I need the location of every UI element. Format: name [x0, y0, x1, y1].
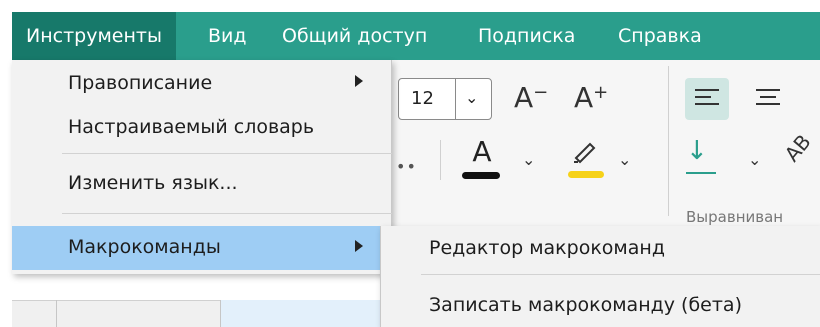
highlight-button[interactable]: [568, 138, 608, 182]
menu-item-macro-editor[interactable]: Редактор макрокоманд: [429, 237, 665, 259]
menu-item-label: Правописание: [68, 72, 213, 94]
align-center-icon[interactable]: [756, 89, 780, 110]
submenu-arrow-icon: [355, 240, 363, 252]
chevron-down-icon[interactable]: ⌄: [748, 150, 761, 169]
menu-sharing[interactable]: Общий доступ: [282, 12, 427, 60]
menu-item-label: Изменить язык...: [68, 172, 238, 194]
vertical-align-icon[interactable]: ↓: [686, 136, 708, 166]
menu-item-label: Настраиваемый словарь: [68, 116, 315, 138]
highlighter-icon: [574, 142, 596, 164]
menu-view[interactable]: Вид: [208, 12, 247, 60]
chevron-down-icon[interactable]: ⌄: [618, 150, 631, 169]
window-frame-left: [0, 0, 12, 327]
text-color-icon: A: [472, 135, 492, 168]
menu-separator: [62, 213, 392, 214]
menu-help[interactable]: Справка: [618, 12, 702, 60]
submenu-gutter: [381, 226, 421, 327]
menu-item-label: Макрокоманды: [68, 236, 221, 258]
menu-separator: [62, 153, 392, 154]
submenu-arrow-icon: [355, 75, 363, 87]
menu-separator: [421, 274, 820, 275]
tools-dropdown: Правописание Настраиваемый словарь Измен…: [12, 60, 392, 274]
chevron-down-icon[interactable]: ⌄: [522, 150, 535, 169]
decrease-font-icon[interactable]: A−: [514, 84, 548, 112]
more-icon[interactable]: ••: [396, 157, 417, 176]
column-divider: [56, 300, 57, 327]
toolbar-divider: [440, 140, 441, 180]
menu-item-change-language[interactable]: Изменить язык...: [12, 166, 392, 202]
highlight-swatch: [568, 171, 604, 178]
menu-tools[interactable]: Инструменты: [12, 12, 176, 60]
selected-column-header[interactable]: [220, 300, 380, 327]
font-size-divider: [455, 79, 456, 119]
font-size-value: 12: [411, 88, 434, 109]
menubar: Инструменты Вид Общий доступ Подписка Сп…: [12, 12, 820, 60]
toolbar-divider: [668, 66, 669, 216]
chevron-down-icon[interactable]: ⌄: [465, 88, 478, 107]
align-left-button[interactable]: [685, 78, 729, 120]
font-size-select[interactable]: 12 ⌄: [398, 78, 492, 120]
macros-submenu: Редактор макрокоманд Записать макрокоман…: [380, 226, 820, 327]
vertical-align-baseline: [686, 172, 716, 174]
alignment-group-label: Выравниван: [686, 208, 784, 226]
text-color-swatch: [462, 172, 500, 179]
increase-font-icon[interactable]: A+: [574, 84, 608, 112]
menu-item-record-macro[interactable]: Записать макрокоманду (бета): [429, 294, 742, 316]
window-frame-top: [0, 0, 820, 12]
menu-item-custom-dictionary[interactable]: Настраиваемый словарь: [12, 110, 392, 146]
menu-item-macros[interactable]: Макрокоманды: [12, 226, 392, 270]
align-left-icon: [695, 89, 719, 110]
menu-subscription[interactable]: Подписка: [478, 12, 575, 60]
text-color-button[interactable]: A: [462, 138, 502, 182]
menu-item-spelling[interactable]: Правописание: [12, 66, 392, 102]
